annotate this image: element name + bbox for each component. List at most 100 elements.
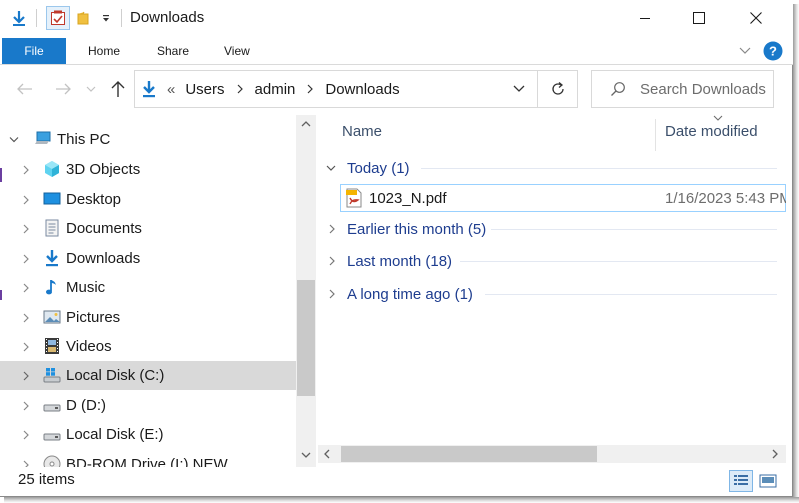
tree-item-label: Music xyxy=(66,279,106,296)
tab-home[interactable]: Home xyxy=(88,38,120,64)
up-arrow-icon[interactable] xyxy=(107,78,129,100)
expand-chevron-icon[interactable] xyxy=(20,370,32,382)
tree-item-label: This PC xyxy=(57,131,111,148)
tree-item-videos[interactable]: Videos xyxy=(0,332,296,361)
tree-item-bd-rom[interactable]: BD-ROM Drive (I:) NEW xyxy=(0,450,296,467)
column-divider[interactable] xyxy=(655,119,656,151)
group-header-earlier-this-month[interactable]: Earlier this month (5) xyxy=(326,216,486,242)
expand-chevron-icon[interactable] xyxy=(20,282,32,294)
expand-chevron-icon[interactable] xyxy=(20,341,32,353)
breadcrumb-overflow[interactable]: « xyxy=(167,81,175,98)
maximize-button[interactable] xyxy=(670,0,728,36)
group-expand-chevron-icon[interactable] xyxy=(326,256,338,266)
column-header-name[interactable]: Name xyxy=(342,123,382,140)
large-icons-view-button[interactable] xyxy=(756,470,780,492)
minimize-button[interactable] xyxy=(616,0,674,36)
tree-item-label: Documents xyxy=(66,220,142,237)
navigation-pane-scroll-thumb[interactable] xyxy=(297,280,315,396)
scroll-down-arrow-icon[interactable] xyxy=(301,452,311,458)
drive-icon xyxy=(43,397,61,415)
tree-item-downloads[interactable]: Downloads xyxy=(0,244,296,273)
expand-chevron-icon[interactable] xyxy=(20,164,32,176)
tree-item-label: Local Disk (C:) xyxy=(66,367,165,384)
expand-chevron-icon[interactable] xyxy=(20,194,32,206)
tree-item-local-disk-e[interactable]: Local Disk (E:) xyxy=(0,420,296,449)
tab-view[interactable]: View xyxy=(224,38,250,64)
breadcrumb-separator-icon[interactable] xyxy=(237,84,243,94)
file-list-scroll-thumb[interactable] xyxy=(341,446,597,462)
title-bar: Downloads xyxy=(0,0,793,36)
forward-arrow-icon[interactable] xyxy=(52,78,74,100)
new-folder-icon[interactable] xyxy=(74,6,96,30)
expand-chevron-icon[interactable] xyxy=(20,253,32,265)
group-collapse-chevron-icon[interactable] xyxy=(326,165,338,171)
group-label: A long time ago (1) xyxy=(347,285,473,303)
group-header-today[interactable]: Today (1) xyxy=(326,155,410,181)
group-label: Earlier this month (5) xyxy=(347,220,487,238)
search-box[interactable]: Search Downloads xyxy=(591,70,774,108)
tree-item-3d-objects[interactable]: 3D Objects xyxy=(0,155,296,184)
refresh-button[interactable] xyxy=(538,70,578,108)
tree-item-pictures[interactable]: Pictures xyxy=(0,303,296,332)
tree-item-documents[interactable]: Documents xyxy=(0,214,296,243)
window-shadow-bottom xyxy=(4,497,799,503)
expand-chevron-icon[interactable] xyxy=(20,459,32,467)
file-row[interactable]: 1023_N.pdf 1/16/2023 5:43 PM xyxy=(340,184,786,212)
large-icons-view-icon xyxy=(759,474,777,488)
breadcrumb-admin[interactable]: admin xyxy=(255,81,296,98)
tree-item-music[interactable]: Music xyxy=(0,273,296,302)
breadcrumb-separator-icon[interactable] xyxy=(307,84,314,94)
window-shadow-right xyxy=(793,4,799,503)
group-header-last-month[interactable]: Last month (18) xyxy=(326,248,452,274)
recent-locations-chevron-icon[interactable] xyxy=(84,78,98,100)
group-label: Today (1) xyxy=(347,159,410,177)
music-icon xyxy=(43,278,61,296)
back-arrow-icon[interactable] xyxy=(14,78,36,100)
tree-item-local-disk-c[interactable]: Local Disk (C:) xyxy=(0,361,296,390)
search-input[interactable]: Search Downloads xyxy=(640,81,766,98)
breadcrumb-downloads[interactable]: Downloads xyxy=(325,81,399,98)
group-divider-line xyxy=(460,261,777,262)
expand-ribbon-chevron-icon[interactable] xyxy=(739,38,751,64)
address-history-chevron-icon[interactable] xyxy=(513,85,525,93)
quick-access-down-arrow-icon[interactable] xyxy=(8,6,30,30)
help-icon[interactable]: ? xyxy=(763,38,783,64)
details-view-button[interactable] xyxy=(729,470,753,492)
tree-item-label: Downloads xyxy=(66,250,141,267)
group-expand-chevron-icon[interactable] xyxy=(326,289,338,299)
properties-checkbox-icon[interactable] xyxy=(46,6,70,30)
group-header-a-long-time-ago[interactable]: A long time ago (1) xyxy=(326,281,473,307)
tab-share[interactable]: Share xyxy=(157,38,189,64)
expand-chevron-icon[interactable] xyxy=(20,400,32,412)
downloads-location-icon xyxy=(141,80,157,98)
column-header-date-modified[interactable]: Date modified xyxy=(665,123,758,140)
ribbon-tabs: File Home Share View ? xyxy=(0,36,793,64)
tree-item-this-pc[interactable]: This PC xyxy=(0,125,296,154)
tab-file[interactable]: File xyxy=(2,38,66,64)
file-name: 1023_N.pdf xyxy=(369,189,447,207)
window-title: Downloads xyxy=(130,9,205,26)
breadcrumb-users[interactable]: Users xyxy=(185,81,224,98)
downloads-icon xyxy=(43,249,61,267)
quick-access-separator xyxy=(36,9,37,27)
scroll-up-arrow-icon[interactable] xyxy=(301,121,311,127)
local-disk-icon xyxy=(43,366,61,384)
scroll-left-arrow-icon[interactable] xyxy=(324,449,330,459)
scroll-right-arrow-icon[interactable] xyxy=(772,449,778,459)
expand-chevron-icon[interactable] xyxy=(20,223,32,235)
title-separator xyxy=(121,9,122,27)
ribbon-divider xyxy=(0,64,793,65)
expand-chevron-icon[interactable] xyxy=(20,429,32,441)
tree-item-desktop[interactable]: Desktop xyxy=(0,185,296,214)
customize-quick-access-dropdown-icon[interactable] xyxy=(98,6,114,30)
group-expand-chevron-icon[interactable] xyxy=(326,224,338,234)
group-divider-line xyxy=(491,229,777,230)
close-button[interactable] xyxy=(727,0,785,36)
address-bar[interactable]: « Users admin Downloads xyxy=(134,70,538,108)
tree-item-label: Local Disk (E:) xyxy=(66,426,164,443)
collapse-chevron-icon[interactable] xyxy=(8,134,20,146)
tree-item-d-drive[interactable]: D (D:) xyxy=(0,391,296,420)
3d-objects-icon xyxy=(43,160,61,178)
expand-chevron-icon[interactable] xyxy=(20,312,32,324)
pictures-icon xyxy=(43,308,61,326)
